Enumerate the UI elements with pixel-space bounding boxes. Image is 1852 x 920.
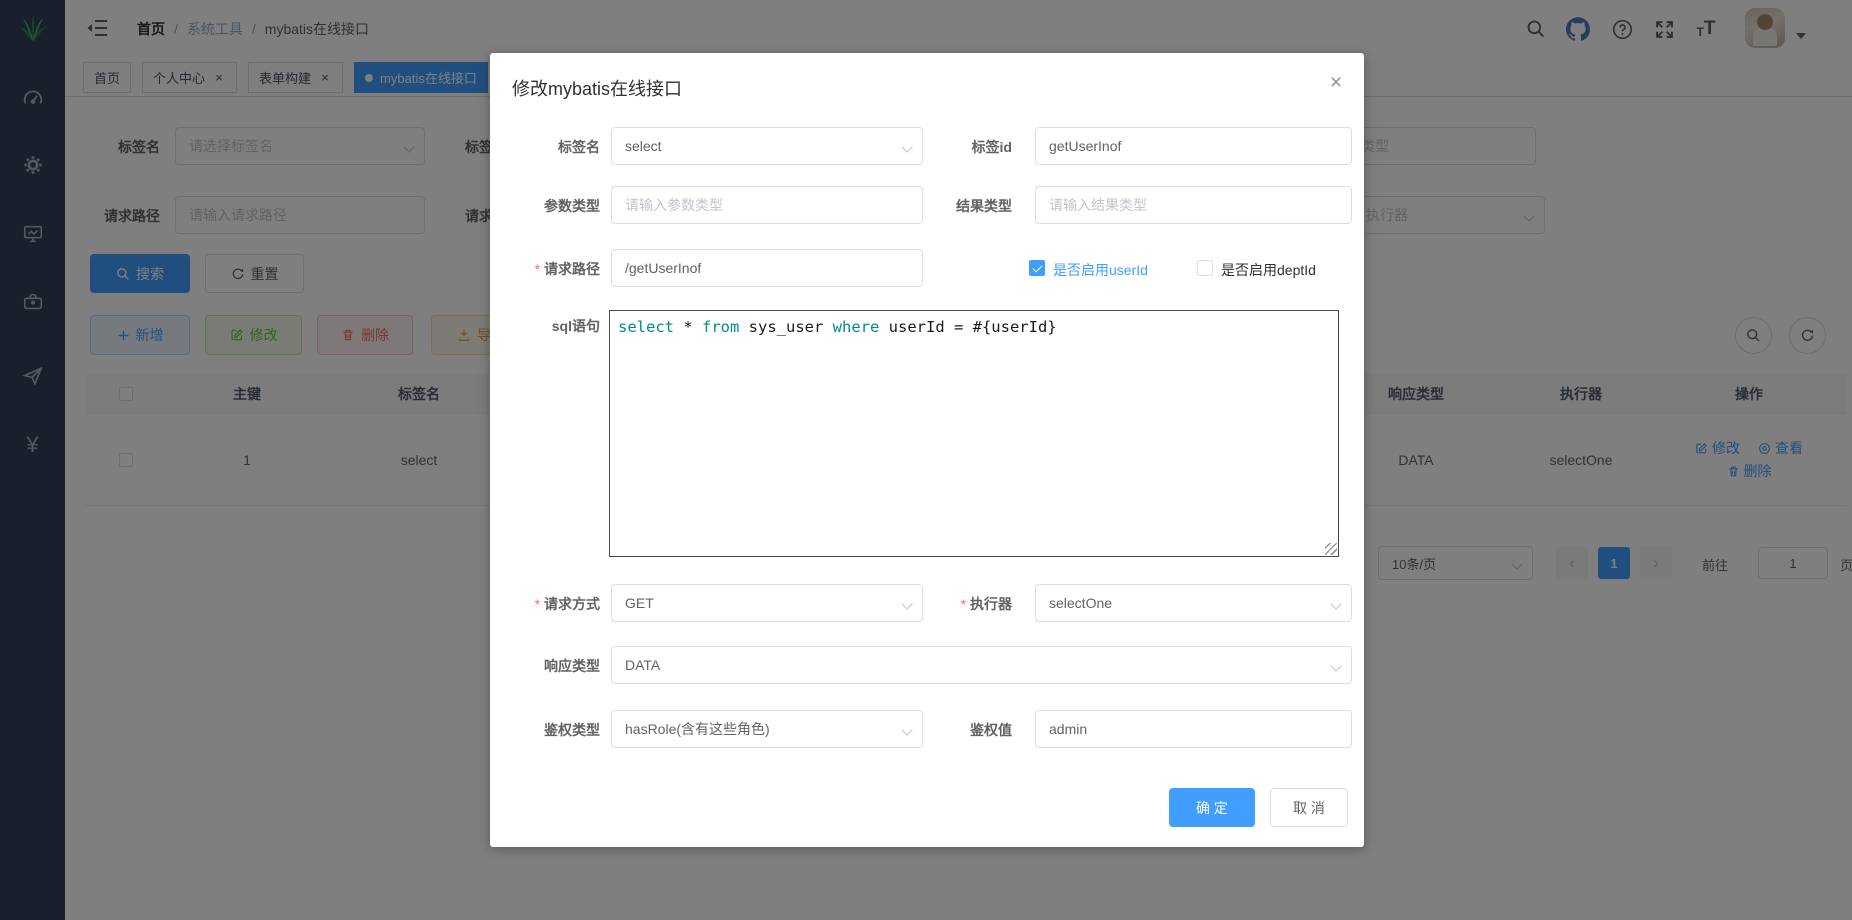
auth-type-select[interactable]: hasRole(含有这些角色) bbox=[611, 710, 923, 748]
confirm-button[interactable]: 确 定 bbox=[1169, 788, 1255, 827]
param-type-input[interactable]: 请输入参数类型 bbox=[611, 186, 923, 224]
enable-deptid-checkbox[interactable] bbox=[1197, 260, 1213, 276]
chevron-down-icon bbox=[1330, 660, 1341, 671]
auth-type-label: 鉴权类型 bbox=[492, 720, 600, 740]
dialog-title: 修改mybatis在线接口 bbox=[512, 75, 682, 101]
tag-name-select[interactable]: select bbox=[611, 127, 923, 165]
param-type-label: 参数类型 bbox=[492, 196, 600, 216]
response-type-label: 响应类型 bbox=[492, 656, 600, 676]
result-type-label: 结果类型 bbox=[904, 196, 1012, 216]
enable-userid-checkbox[interactable] bbox=[1029, 260, 1045, 276]
request-method-label: 请求方式 bbox=[492, 594, 600, 614]
sql-editor[interactable]: select * from sys_user where userId = #{… bbox=[609, 310, 1339, 557]
chevron-down-icon bbox=[1330, 598, 1341, 609]
response-type-select[interactable]: DATA bbox=[611, 646, 1352, 684]
dialog-close-icon[interactable]: × bbox=[1322, 69, 1350, 97]
resize-grip-icon[interactable] bbox=[1325, 543, 1337, 555]
request-path-input[interactable]: /getUserInof bbox=[611, 249, 923, 287]
cancel-button[interactable]: 取 消 bbox=[1270, 788, 1348, 827]
tag-name-label: 标签名 bbox=[492, 137, 600, 157]
app-root: ¥ 首页 / 系统工具 / mybatis在线接口 bbox=[0, 0, 1852, 920]
auth-value-input[interactable]: admin bbox=[1035, 710, 1352, 748]
executor-label: 执行器 bbox=[904, 594, 1012, 614]
result-type-input[interactable]: 请输入结果类型 bbox=[1035, 186, 1352, 224]
tag-id-input[interactable]: getUserInof bbox=[1035, 127, 1352, 165]
enable-deptid-label[interactable]: 是否启用deptId bbox=[1221, 260, 1316, 280]
request-method-select[interactable]: GET bbox=[611, 584, 923, 622]
request-path-label: 请求路径 bbox=[492, 259, 600, 279]
edit-mybatis-dialog: 修改mybatis在线接口 × 标签名 select 标签id getUserI… bbox=[490, 53, 1364, 847]
tag-id-label: 标签id bbox=[904, 137, 1012, 157]
enable-userid-label[interactable]: 是否启用userId bbox=[1053, 260, 1148, 280]
sql-label: sql语句 bbox=[492, 316, 600, 336]
executor-select[interactable]: selectOne bbox=[1035, 584, 1352, 622]
auth-value-label: 鉴权值 bbox=[904, 720, 1012, 740]
